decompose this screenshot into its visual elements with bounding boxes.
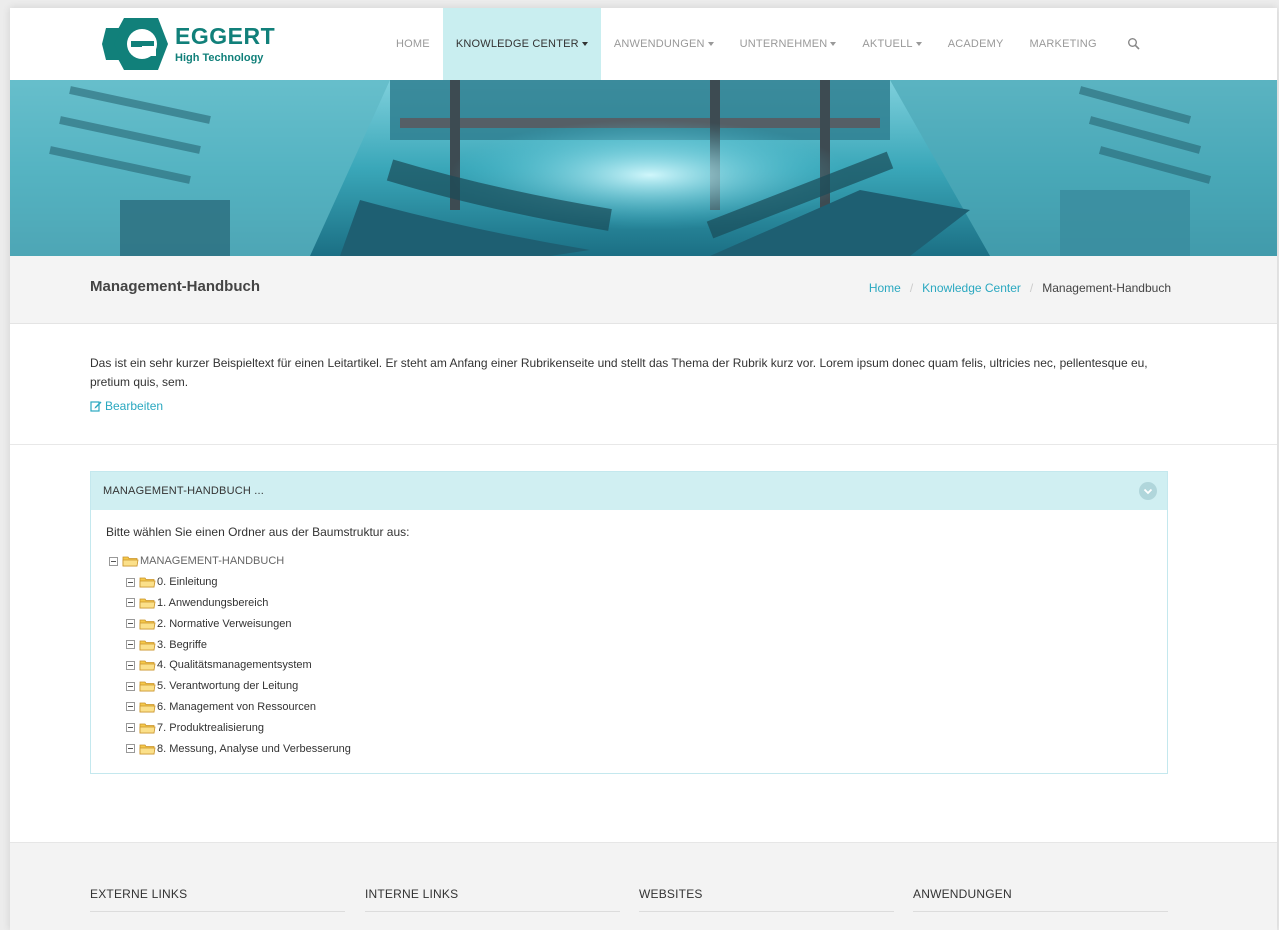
edit-icon xyxy=(90,401,102,412)
tree-item-label: 2. Normative Verweisungen xyxy=(157,617,292,630)
tree-item-label: 5. Verantwortung der Leitung xyxy=(157,680,299,693)
breadcrumb-separator: / xyxy=(1029,281,1034,295)
panel-header[interactable]: MANAGEMENT-HANDBUCH ... xyxy=(91,472,1167,510)
collapse-icon[interactable] xyxy=(126,702,135,712)
nav-item-marketing[interactable]: MARKETING xyxy=(1017,8,1110,80)
breadcrumb-current: Management-Handbuch xyxy=(1042,281,1171,295)
folder-icon xyxy=(139,598,156,609)
footer-heading: ANWENDUNGEN xyxy=(913,887,1168,912)
collapse-icon[interactable] xyxy=(126,660,135,670)
hero-banner xyxy=(10,80,1277,256)
nav-label: HOME xyxy=(396,38,430,50)
collapse-icon[interactable] xyxy=(126,744,135,754)
tree-item-label: 1. Anwendungsbereich xyxy=(157,596,269,609)
nav-item-academy[interactable]: ACADEMY xyxy=(935,8,1017,80)
eggert-logo-icon xyxy=(102,18,168,70)
header: EGGERT High Technology HOME KNOWLEDGE CE… xyxy=(10,8,1277,80)
collapse-icon[interactable] xyxy=(126,598,135,608)
nav-item-home[interactable]: HOME xyxy=(383,8,443,80)
nav-label: KNOWLEDGE CENTER xyxy=(455,38,579,50)
folder-icon xyxy=(139,577,156,588)
page-title-bar: Management-Handbuch Home / Knowledge Cen… xyxy=(10,256,1277,324)
caret-down-icon xyxy=(915,42,922,46)
footer-column-anwendungen: ANWENDUNGEN xyxy=(913,887,1168,912)
tree-item[interactable]: 8. Messung, Analyse und Verbesserung xyxy=(109,738,351,759)
collapse-icon[interactable] xyxy=(126,619,135,629)
collapse-toggle-icon[interactable] xyxy=(1139,482,1157,500)
tree-item-label: 3. Begriffe xyxy=(157,638,207,651)
folder-icon xyxy=(139,660,156,671)
folder-icon xyxy=(139,702,156,713)
nav-item-anwendungen[interactable]: ANWENDUNGEN xyxy=(601,8,727,80)
panel-prompt: Bitte wählen Sie einen Ordner aus der Ba… xyxy=(106,525,410,539)
tree-item-label: 4. Qualitätsmanagementsystem xyxy=(157,659,312,672)
footer-column-interne-links: INTERNE LINKS xyxy=(365,887,620,912)
tree-root-item[interactable]: MANAGEMENT-HANDBUCH xyxy=(109,551,351,572)
nav-label: ACADEMY xyxy=(947,38,1004,50)
nav-item-knowledge-center[interactable]: KNOWLEDGE CENTER xyxy=(442,8,601,80)
collapse-icon[interactable] xyxy=(126,577,135,587)
edit-link[interactable]: Bearbeiten xyxy=(90,399,163,413)
tree-item[interactable]: 7. Produktrealisierung xyxy=(109,717,351,738)
breadcrumb-separator: / xyxy=(909,281,914,295)
tree-item[interactable]: 5. Verantwortung der Leitung xyxy=(109,676,351,697)
brand-logo[interactable]: EGGERT High Technology xyxy=(102,16,282,72)
collapse-icon[interactable] xyxy=(126,640,135,650)
tree-item[interactable]: 2. Normative Verweisungen xyxy=(109,613,351,634)
footer-heading: EXTERNE LINKS xyxy=(90,887,345,912)
folder-icon xyxy=(139,619,156,630)
caret-down-icon xyxy=(830,42,837,46)
hero-image xyxy=(10,80,1277,256)
folder-icon xyxy=(139,744,156,754)
footer: EXTERNE LINKS INTERNE LINKS WEBSITES ANW… xyxy=(10,842,1277,930)
search-button[interactable] xyxy=(1110,8,1154,80)
folder-icon xyxy=(139,723,156,734)
tree-item[interactable]: 4. Qualitätsmanagementsystem xyxy=(109,655,351,676)
breadcrumb-section-link[interactable]: Knowledge Center xyxy=(922,281,1021,295)
brand-tagline: High Technology xyxy=(175,52,264,64)
edit-label: Bearbeiten xyxy=(105,399,164,413)
intro-text: Das ist ein sehr kurzer Beispieltext für… xyxy=(90,356,1148,389)
tree-item[interactable]: 6. Management von Ressourcen xyxy=(109,697,351,718)
breadcrumb: Home / Knowledge Center / Management-Han… xyxy=(869,281,1171,295)
nav-label: MARKETING xyxy=(1029,38,1097,50)
caret-down-icon xyxy=(581,42,588,46)
footer-heading: INTERNE LINKS xyxy=(365,887,620,912)
nav-item-unternehmen[interactable]: UNTERNEHMEN xyxy=(727,8,850,80)
brand-name: EGGERT xyxy=(175,23,276,49)
nav-label: ANWENDUNGEN xyxy=(613,38,705,50)
folder-icon xyxy=(139,640,156,650)
caret-down-icon xyxy=(707,42,714,46)
tree-panel: MANAGEMENT-HANDBUCH ... Bitte wählen Sie… xyxy=(90,471,1168,774)
page-title: Management-Handbuch xyxy=(90,278,261,295)
section-divider xyxy=(10,444,1277,445)
tree-item-label: 6. Management von Ressourcen xyxy=(157,700,316,713)
folder-icon xyxy=(139,681,156,692)
page-frame: EGGERT High Technology HOME KNOWLEDGE CE… xyxy=(10,8,1277,930)
tree-item[interactable]: 1. Anwendungsbereich xyxy=(109,593,351,614)
footer-heading: WEBSITES xyxy=(639,887,894,912)
nav-label: UNTERNEHMEN xyxy=(739,38,828,50)
nav-label: AKTUELL xyxy=(862,38,913,50)
tree-root-label: MANAGEMENT-HANDBUCH xyxy=(140,555,285,568)
chevron-down-icon xyxy=(1143,488,1153,495)
panel-title: MANAGEMENT-HANDBUCH ... xyxy=(103,485,265,497)
tree-item[interactable]: 0. Einleitung xyxy=(109,572,351,593)
breadcrumb-home-link[interactable]: Home xyxy=(869,281,901,295)
folder-tree: MANAGEMENT-HANDBUCH 0. Einleitung 1. Anwe… xyxy=(109,551,351,759)
footer-column-externe-links: EXTERNE LINKS xyxy=(90,887,345,912)
folder-icon xyxy=(122,556,139,567)
main-nav: HOME KNOWLEDGE CENTER ANWENDUNGEN UNTERN… xyxy=(383,8,1154,80)
collapse-icon[interactable] xyxy=(109,556,118,566)
footer-column-websites: WEBSITES xyxy=(639,887,894,912)
tree-item-label: 8. Messung, Analyse und Verbesserung xyxy=(157,742,351,755)
collapse-icon[interactable] xyxy=(126,723,135,733)
search-icon xyxy=(1127,38,1140,50)
tree-item[interactable]: 3. Begriffe xyxy=(109,634,351,655)
tree-item-label: 0. Einleitung xyxy=(157,576,218,589)
collapse-icon[interactable] xyxy=(126,681,135,691)
nav-item-aktuell[interactable]: AKTUELL xyxy=(849,8,934,80)
tree-item-label: 7. Produktrealisierung xyxy=(157,721,265,734)
